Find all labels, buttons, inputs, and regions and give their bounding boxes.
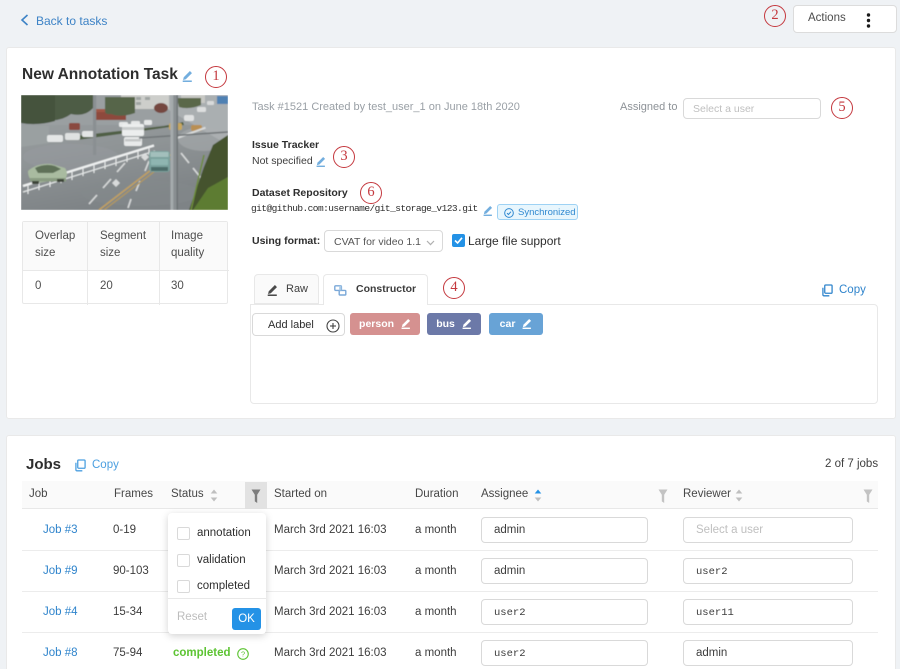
svg-text:?: ? <box>241 650 245 659</box>
